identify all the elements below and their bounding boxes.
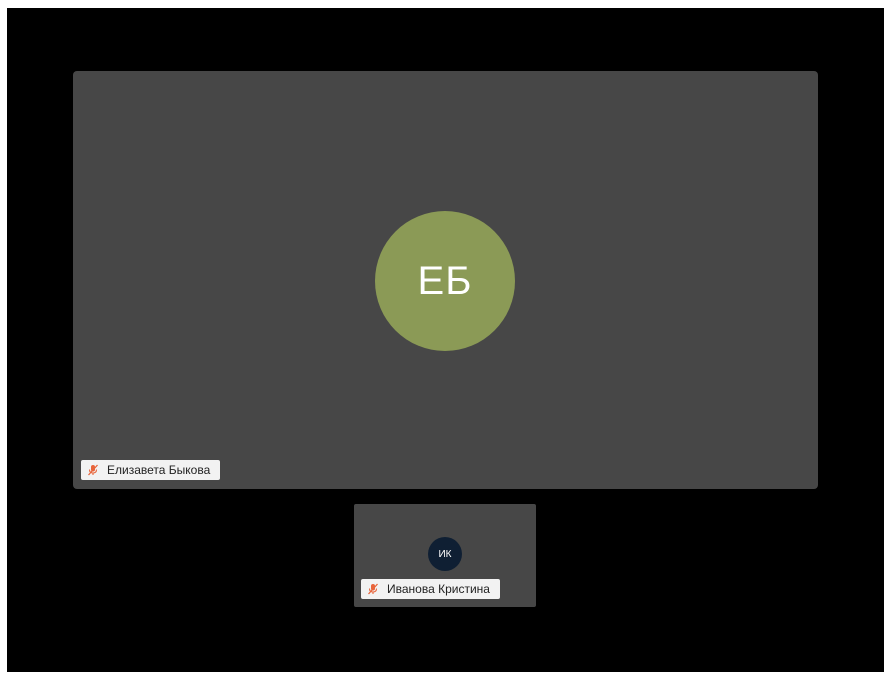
video-grid: ЕБ Елизавета Быкова ИК Иванова Кристина — [7, 8, 884, 672]
participant-name-tag: Иванова Кристина — [361, 579, 500, 599]
avatar: ЕБ — [375, 211, 515, 351]
participant-name: Иванова Кристина — [387, 582, 490, 596]
mic-off-icon — [367, 583, 379, 595]
participant-name: Елизавета Быкова — [107, 463, 211, 477]
participant-name-tag: Елизавета Быкова — [81, 460, 220, 480]
participant-tile-main[interactable]: ЕБ Елизавета Быкова — [73, 71, 818, 489]
avatar: ИК — [428, 537, 462, 571]
mic-off-icon — [87, 464, 99, 476]
participant-tile-thumbnail[interactable]: ИК Иванова Кристина — [354, 504, 536, 607]
